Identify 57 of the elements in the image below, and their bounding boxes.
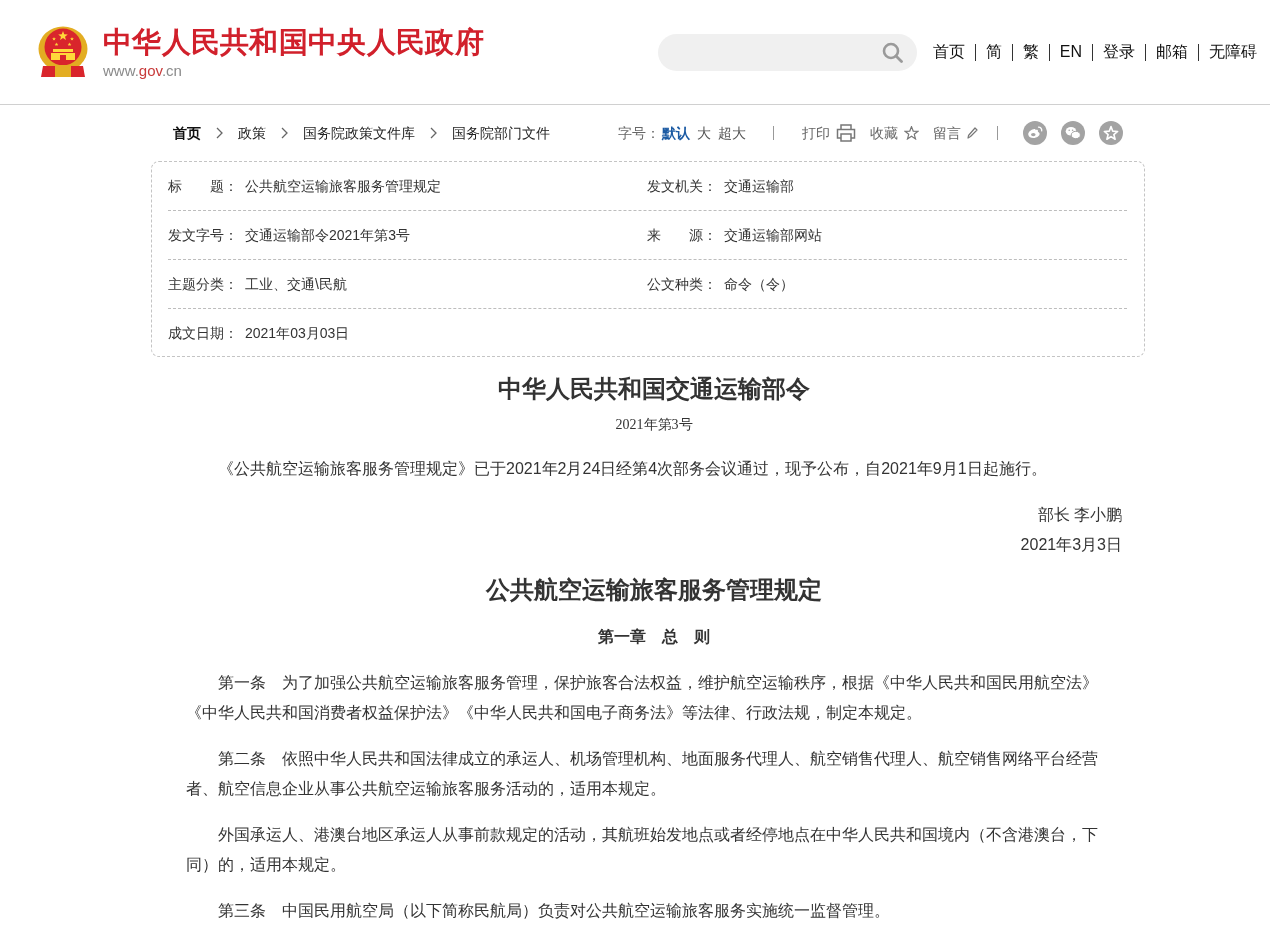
- article-paragraph: 第一条 为了加强公共航空运输旅客服务管理，保护旅客合法权益，维护航空运输秩序，根据《中华人民共和国民用航空法》《中华人民共和国消费者权益保护法》《中华人民共和国电子商务法》等法律、行政法规，制定本规定。: [186, 673, 1099, 723]
- font-size-label: 字号：: [618, 124, 660, 142]
- field-value: 公共航空运输旅客服务管理规定: [245, 177, 441, 195]
- nav-link[interactable]: 邮箱: [1156, 42, 1188, 62]
- favorite-button[interactable]: 收藏: [870, 124, 919, 142]
- star-icon[interactable]: [904, 126, 919, 140]
- site-url: www.gov.cn: [103, 61, 182, 80]
- signature-line: 2021年3月3日: [1020, 535, 1122, 555]
- document-number: 2021年第3号: [615, 416, 693, 434]
- chevron-icon: [216, 127, 223, 139]
- regulation-title: 公共航空运输旅客服务管理规定: [486, 576, 822, 605]
- font-size-option[interactable]: 大: [697, 124, 711, 142]
- breadcrumb-link[interactable]: 首页: [173, 124, 201, 142]
- field-label: 标 题：: [168, 178, 238, 194]
- weibo-icon[interactable]: [1023, 121, 1047, 145]
- field-label: 主题分类：: [168, 276, 238, 292]
- field-value: 工业、交通\民航: [245, 275, 347, 293]
- chat-bubbles-icon[interactable]: [1061, 121, 1085, 145]
- field-label: 公文种类：: [647, 276, 717, 292]
- field-label: 来 源：: [647, 227, 717, 243]
- chevron-icon: [430, 127, 437, 139]
- breadcrumb-link[interactable]: 政策: [238, 124, 266, 142]
- national-emblem-icon: [38, 26, 88, 78]
- font-size-option[interactable]: 默认: [662, 124, 690, 142]
- font-size-option[interactable]: 超大: [718, 124, 746, 142]
- article-paragraph: 第二条 依照中华人民共和国法律成立的承运人、机场管理机构、地面服务代理人、航空销售代理人、航空销售网络平台经营者、航空信息企业从事公共航空运输旅客服务活动的，适用本规定。: [186, 749, 1099, 799]
- field-label: 成文日期：: [168, 324, 238, 341]
- star-badge-icon[interactable]: [1099, 121, 1123, 145]
- nav-link[interactable]: 无障碍: [1209, 42, 1257, 62]
- field-value: 交通运输部: [724, 177, 794, 195]
- article-paragraph: 第三条 中国民用航空局（以下简称民航局）负责对公共航空运输旅客服务实施统一监督管理。: [217, 901, 891, 921]
- nav-link[interactable]: EN: [1059, 42, 1082, 62]
- comment-button[interactable]: 留言: [933, 124, 978, 142]
- printer-icon[interactable]: [836, 124, 856, 142]
- search-field[interactable]: [657, 33, 917, 71]
- field-value: 2021年03月03日: [245, 323, 350, 342]
- pencil-icon[interactable]: [967, 127, 978, 139]
- document-title: 中华人民共和国交通运输部令: [498, 375, 810, 404]
- article-paragraph: 外国承运人、港澳台地区承运人从事前款规定的活动，其航班始发地点或者经停地点在中华人民共和国境内（不含港澳台，下同）的，适用本规定。: [186, 825, 1099, 875]
- field-value: 交通运输部令2021年第3号: [245, 226, 410, 244]
- breadcrumb-link[interactable]: 国务院政策文件库: [303, 124, 415, 142]
- chapter-heading: 第一章 总 则: [598, 627, 710, 647]
- print-button[interactable]: 打印: [802, 124, 856, 142]
- breadcrumb-link[interactable]: 国务院部门文件: [452, 124, 550, 142]
- search-icon[interactable]: [881, 41, 903, 63]
- field-value: 命令（令）: [724, 275, 794, 293]
- preamble-paragraph: 《公共航空运输旅客服务管理规定》已于2021年2月24日经第4次部务会议通过，现予公布，自2021年9月1日起施行。: [217, 459, 1048, 479]
- field-label: 发文字号：: [168, 227, 238, 243]
- field-label: 发文机关：: [647, 178, 717, 194]
- nav-link[interactable]: 登录: [1103, 42, 1135, 62]
- site-title: 中华人民共和国中央人民政府: [103, 24, 484, 59]
- nav-link[interactable]: 首页: [932, 42, 965, 62]
- field-value: 交通运输部网站: [724, 226, 822, 244]
- nav-link[interactable]: 繁: [1022, 42, 1039, 62]
- nav-link[interactable]: 简: [985, 42, 1002, 62]
- signature-line: 部长 李小鹏: [1037, 505, 1122, 525]
- chevron-icon: [281, 127, 288, 139]
